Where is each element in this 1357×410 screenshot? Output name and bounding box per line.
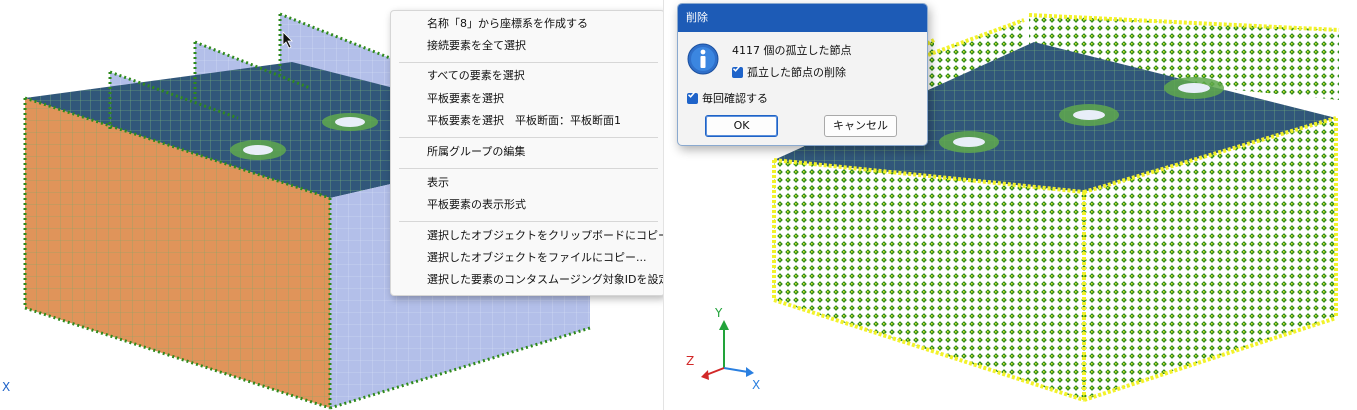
axis-z-label: Z bbox=[686, 354, 695, 368]
hole bbox=[335, 117, 365, 127]
menu-item-display[interactable]: 表示 bbox=[427, 173, 449, 193]
delete-isolated-nodes-label: 孤立した節点の削除 bbox=[747, 66, 846, 79]
menu-separator bbox=[399, 62, 658, 63]
confirm-every-time-label: 毎回確認する bbox=[702, 92, 768, 105]
menu-item-plate-display-format[interactable]: 平板要素の表示形式 bbox=[427, 195, 526, 215]
delete-dialog: 削除 4117 個の孤立した節点 孤立した節点の削除 毎回確認する OK キャン… bbox=[677, 3, 928, 146]
menu-item-copy-to-clipboard[interactable]: 選択したオブジェクトをクリップボードにコピー bbox=[427, 226, 663, 246]
context-menu: 名称「8」から座標系を作成する 接続要素を全て選択 すべての要素を選択 平板要素… bbox=[390, 10, 663, 296]
delete-isolated-nodes-checkbox[interactable]: 孤立した節点の削除 bbox=[732, 64, 846, 80]
hole bbox=[1178, 83, 1210, 93]
menu-item-contour-smoothing-id[interactable]: 選択した要素のコンタスムージング対象IDを設定 bbox=[427, 270, 663, 290]
axis-y-label: Y bbox=[715, 306, 723, 320]
dialog-title: 削除 bbox=[678, 4, 927, 32]
dialog-message: 4117 個の孤立した節点 bbox=[732, 44, 852, 57]
menu-item-select-plate-elements[interactable]: 平板要素を選択 bbox=[427, 89, 504, 109]
cancel-button[interactable]: キャンセル bbox=[824, 115, 897, 137]
hole bbox=[243, 145, 273, 155]
axis-x-label: X bbox=[752, 378, 761, 392]
confirm-every-time-checkbox[interactable]: 毎回確認する bbox=[687, 90, 768, 106]
left-model-view[interactable]: X 名称「8」から座標系を作成する 接続要素を全て選択 すべての要素を選択 平板… bbox=[0, 0, 663, 410]
checkbox-checked-icon bbox=[687, 91, 698, 104]
hole bbox=[1073, 110, 1105, 120]
menu-separator bbox=[399, 137, 658, 138]
coordinate-triad-icon bbox=[701, 320, 754, 380]
menu-item-copy-to-file[interactable]: 選択したオブジェクトをファイルにコピー... bbox=[427, 248, 647, 268]
menu-item-create-coordinate-system[interactable]: 名称「8」から座標系を作成する bbox=[427, 14, 588, 34]
info-icon bbox=[687, 43, 719, 75]
menu-item-select-all-elements[interactable]: すべての要素を選択 bbox=[427, 66, 525, 86]
menu-item-select-plate-section[interactable]: 平板要素を選択 平板断面：平板断面1 bbox=[427, 111, 621, 131]
ok-button[interactable]: OK bbox=[705, 115, 778, 137]
checkbox-checked-icon bbox=[732, 65, 743, 78]
menu-item-select-connected-elements[interactable]: 接続要素を全て選択 bbox=[427, 36, 526, 56]
menu-separator bbox=[399, 168, 658, 169]
menu-item-edit-group[interactable]: 所属グループの編集 bbox=[427, 142, 525, 162]
axis-x-label: X bbox=[2, 380, 11, 394]
hole bbox=[953, 137, 985, 147]
menu-separator bbox=[399, 221, 658, 222]
front-face-nodes bbox=[774, 160, 1084, 400]
